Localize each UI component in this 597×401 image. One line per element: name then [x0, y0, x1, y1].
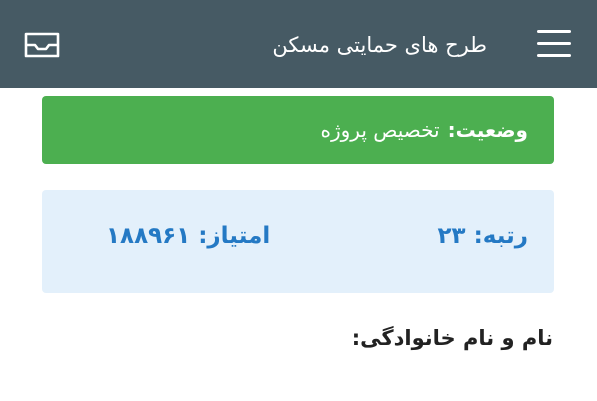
score-card: رتبه: ۲۳ امتیاز: ۱۸۸۹۶۱: [42, 190, 554, 293]
points-field: امتیاز: ۱۸۸۹۶۱: [106, 223, 270, 249]
status-label: وضعیت:: [447, 118, 528, 142]
top-app-bar: طرح های حمایتی مسکن: [0, 0, 597, 88]
rank-field: رتبه: ۲۳: [438, 223, 529, 249]
full-name-label: نام و نام خانوادگی:: [351, 326, 553, 350]
status-banner: وضعیت: تخصیص پروژه: [42, 96, 554, 164]
inbox-tray-icon[interactable]: [22, 28, 62, 62]
rank-value: ۲۳: [437, 223, 466, 249]
points-label: امتیاز:: [198, 223, 271, 249]
hamburger-menu-icon[interactable]: [537, 28, 571, 60]
page-title: طرح های حمایتی مسکن: [272, 33, 487, 57]
points-value: ۱۸۸۹۶۱: [106, 223, 191, 249]
rank-label: رتبه:: [473, 223, 528, 249]
status-value: تخصیص پروژه: [320, 118, 440, 142]
